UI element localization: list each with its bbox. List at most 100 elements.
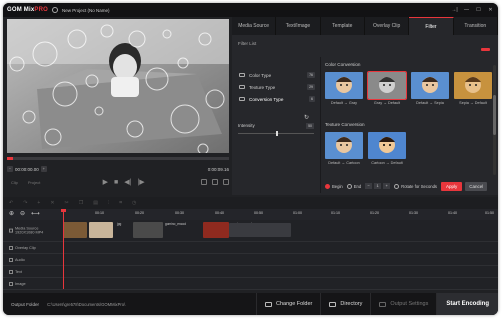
timeline-ruler-row: ⊕ ⊖ ⟷ 00:10 00:20 00:30 00:40 00:50 01:0…	[3, 209, 498, 220]
ruler-tick: 01:10	[331, 211, 340, 215]
add-icon[interactable]: +	[37, 200, 40, 206]
play-icon[interactable]: ▶	[103, 178, 108, 186]
output-folder-path: C:\Users\gre578\Documents\GOMMixPro\	[47, 301, 126, 307]
clip-mode-label[interactable]: Clip	[11, 180, 18, 185]
apply-row: Begin End − 1 + Rotate for Seconds Apply…	[321, 179, 497, 193]
overlay-track-icon	[9, 245, 13, 250]
prev-frame-icon[interactable]: ◀|	[124, 178, 131, 186]
fit-icon[interactable]: ⟷	[31, 210, 40, 217]
intensity-value[interactable]: 50	[306, 123, 314, 129]
track-image[interactable]: Image	[3, 278, 498, 290]
track-overlay-clip[interactable]: Overlay Clip	[3, 242, 498, 254]
filter-cartoon-to-default[interactable]: Cartoon → Default	[368, 132, 406, 166]
zoom-in-icon[interactable]: ⊕	[9, 210, 14, 217]
tab-template[interactable]: Template	[321, 17, 365, 35]
track-text[interactable]: Text	[3, 266, 498, 278]
audio-track-icon	[9, 257, 13, 262]
clip-label: jpg	[117, 222, 122, 226]
split-icon[interactable]: ⫶	[108, 200, 109, 206]
filter-sepia-to-default[interactable]: Sepia → Default	[454, 72, 492, 106]
output-folder-label: Output Folder	[11, 301, 40, 307]
category-count: 29	[307, 84, 315, 90]
filter-list-toggle[interactable]	[481, 48, 490, 51]
filter-default-to-cartoon[interactable]: Default → Cartoon	[325, 132, 363, 166]
settings-icon	[379, 301, 387, 307]
scrollbar-thumb[interactable]	[493, 95, 496, 135]
start-encoding-button[interactable]: Start Encoding	[436, 293, 498, 315]
volume-icon[interactable]	[223, 179, 229, 185]
media-clip[interactable]	[63, 222, 87, 238]
preview-frame-image	[7, 19, 229, 153]
media-clip[interactable]	[203, 222, 229, 238]
pin-icon[interactable]: →|	[451, 7, 458, 13]
track-label: Text	[15, 269, 22, 274]
close-icon[interactable]: ✕	[487, 7, 494, 13]
speed-icon[interactable]: ◷	[132, 200, 136, 206]
clip-label: gomino_encod	[165, 222, 186, 226]
intensity-slider-knob[interactable]	[276, 131, 278, 136]
timeline-ruler[interactable]: 00:10 00:20 00:30 00:40 00:50 01:00 01:1…	[63, 209, 498, 220]
track-sublabel: 1920X1080 MP4	[15, 230, 44, 235]
track-media-source[interactable]: Media Source 1920X1080 MP4 jpg gomino_en…	[3, 220, 498, 242]
tab-overlay-clip[interactable]: Overlay Clip	[365, 17, 410, 35]
category-color-type[interactable]: Color Type 76	[236, 69, 318, 81]
settings-gear-icon[interactable]	[52, 7, 59, 13]
time-decrease-button[interactable]: −	[7, 166, 13, 172]
cut-icon[interactable]: ✂	[65, 200, 69, 206]
tab-text-image[interactable]: Text/Image	[276, 17, 321, 35]
media-clip[interactable]	[89, 222, 113, 238]
filter-default-to-sepia[interactable]: Default → Sepia	[411, 72, 449, 106]
track-audio[interactable]: Audio	[3, 254, 498, 266]
tab-media-source[interactable]: Media Source	[232, 17, 277, 35]
fullscreen-icon[interactable]	[212, 179, 218, 185]
next-frame-icon[interactable]: |▶	[137, 178, 144, 186]
filter-default-to-gray[interactable]: Default → Gray	[325, 72, 363, 106]
rotate-checkbox[interactable]	[394, 183, 400, 189]
output-settings-button[interactable]: Output Settings	[370, 293, 436, 315]
delete-icon[interactable]: ✕	[50, 200, 54, 206]
seconds-value[interactable]: 1	[374, 183, 382, 189]
redo-icon[interactable]: ↷	[23, 200, 27, 206]
seconds-decrease[interactable]: −	[365, 183, 373, 189]
category-conversion-type[interactable]: Conversion Type 6	[236, 93, 318, 105]
end-radio[interactable]	[346, 183, 352, 189]
seek-bar[interactable]	[7, 157, 229, 160]
track-label: Audio	[15, 257, 25, 262]
apply-button[interactable]: Apply	[441, 181, 463, 191]
intensity-slider[interactable]	[238, 131, 314, 136]
filter-thumbnail	[367, 71, 407, 100]
current-timecode[interactable]: 00:00:00.00	[15, 167, 39, 172]
snapshot-icon[interactable]	[201, 179, 207, 185]
category-texture-type[interactable]: Texture Type 29	[236, 81, 318, 93]
project-mode-label[interactable]: Project	[28, 180, 40, 185]
timeline-playhead[interactable]	[61, 209, 66, 289]
paste-icon[interactable]: ▤	[93, 200, 98, 206]
filter-thumbnail	[325, 132, 363, 159]
change-folder-button[interactable]: Change Folder	[256, 293, 320, 315]
stop-icon[interactable]: ■	[114, 179, 118, 186]
ruler-tick: 01:50	[485, 211, 494, 215]
ruler-tick: 00:20	[135, 211, 144, 215]
tab-transition[interactable]: Transition	[454, 17, 498, 35]
media-clip[interactable]	[229, 223, 291, 237]
media-clip[interactable]	[133, 222, 163, 238]
begin-radio[interactable]	[325, 183, 330, 189]
directory-button[interactable]: Directory	[320, 293, 370, 315]
zoom-out-icon[interactable]: ⊖	[20, 210, 25, 217]
filter-scrollbar[interactable]	[493, 65, 496, 175]
preview-tools	[201, 179, 229, 185]
seconds-increase[interactable]: +	[383, 183, 391, 189]
time-increase-button[interactable]: +	[40, 166, 47, 172]
undo-icon[interactable]: ↶	[9, 200, 13, 206]
minimize-icon[interactable]: —	[463, 7, 470, 13]
ruler-tick: 01:20	[370, 211, 379, 215]
cancel-button[interactable]: Cancel	[465, 181, 488, 191]
copy-icon[interactable]: ❐	[79, 200, 83, 206]
refresh-icon[interactable]: ↻	[304, 114, 309, 121]
crop-icon[interactable]: ⌗	[119, 200, 122, 206]
filter-thumbnail	[368, 132, 406, 159]
maximize-icon[interactable]: ☐	[475, 7, 482, 13]
tab-filter[interactable]: Filter	[409, 17, 454, 35]
filter-gray-to-default[interactable]: Gray → Default	[367, 71, 407, 106]
image-track-icon	[9, 281, 13, 286]
